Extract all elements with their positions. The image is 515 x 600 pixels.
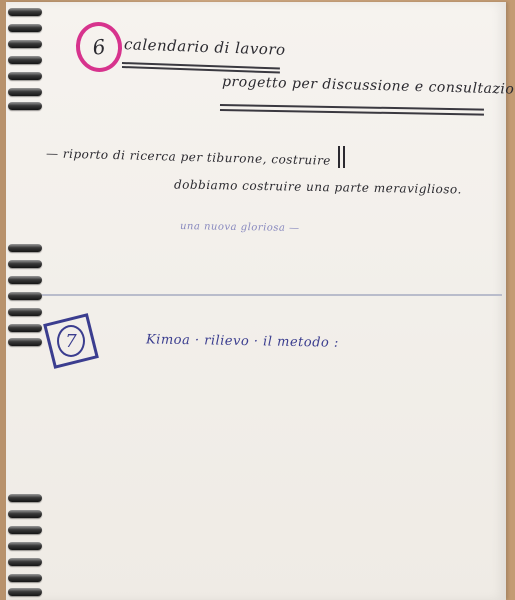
section-6-number: 6 — [91, 34, 107, 60]
section-6-line-1: — riporto di ricerca per tiburone, costr… — [45, 146, 332, 168]
section-7-number: 7 — [65, 330, 77, 352]
notebook-page: 6 calendario di lavoro progetto per disc… — [6, 2, 515, 600]
double-bar-mark-1 — [338, 146, 340, 168]
double-bar-mark-2 — [343, 146, 345, 168]
spiral-binding-top — [6, 2, 46, 112]
section-divider-line — [42, 294, 502, 296]
subtitle-underline-2 — [219, 109, 484, 116]
section-7-text: Kimoa · rilievo · il metodo : — [145, 332, 339, 351]
spiral-binding-middle — [6, 240, 46, 350]
section-6-title: calendario di lavoro — [123, 35, 286, 59]
section-7-box-marker: 7 — [43, 313, 99, 369]
spiral-binding-bottom — [6, 490, 46, 600]
section-6-circle-marker: 6 — [72, 19, 126, 75]
section-6-line-2: dobbiamo costruire una parte meraviglios… — [173, 177, 462, 197]
section-6-line-3: una nuova gloriosa — — [179, 220, 300, 235]
section-6-subtitle: progetto per discussione e consultazione — [221, 73, 515, 99]
